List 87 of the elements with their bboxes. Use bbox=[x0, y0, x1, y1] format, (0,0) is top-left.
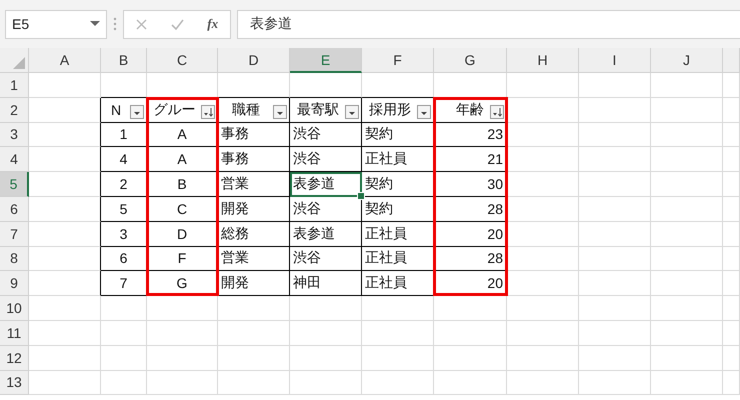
table-cell: 正社員 bbox=[362, 271, 434, 296]
sort-filter-button[interactable] bbox=[201, 104, 215, 119]
column-header[interactable]: J bbox=[651, 48, 723, 73]
column-header[interactable]: E bbox=[290, 48, 362, 73]
table-cell: 開発 bbox=[218, 271, 290, 296]
table-cell: 渋谷 bbox=[290, 122, 362, 148]
table-cell: 3 bbox=[101, 222, 147, 247]
triangle-icon bbox=[13, 57, 25, 69]
table-cell: 神田 bbox=[290, 271, 362, 296]
column-title: グルー bbox=[154, 100, 196, 119]
table-cell: D bbox=[147, 222, 218, 247]
column-title: 採用形 bbox=[369, 100, 411, 119]
formula-field[interactable]: 表参道 bbox=[237, 10, 740, 38]
row-header[interactable]: 8 bbox=[0, 246, 29, 272]
column-header[interactable]: H bbox=[507, 48, 579, 73]
row-header[interactable]: 5 bbox=[0, 172, 29, 197]
row-header[interactable]: 2 bbox=[0, 98, 29, 123]
table-cell: C bbox=[147, 196, 218, 222]
table-cell: A bbox=[147, 147, 218, 172]
filter-dropdown-button[interactable] bbox=[345, 104, 359, 119]
grip-icon bbox=[113, 17, 117, 31]
table-cell: B bbox=[147, 172, 218, 197]
table-cell: 28 bbox=[434, 196, 507, 222]
column-title: 最寄駅 bbox=[297, 100, 339, 119]
table-cell: 事務 bbox=[218, 122, 290, 148]
table-cell: 20 bbox=[434, 271, 507, 296]
filter-dropdown-button[interactable] bbox=[273, 104, 287, 119]
table-cell: 28 bbox=[434, 246, 507, 272]
table-cell: G bbox=[147, 271, 218, 296]
column-header[interactable]: D bbox=[218, 48, 290, 73]
dropdown-icon[interactable] bbox=[90, 21, 100, 27]
table-cell: 総務 bbox=[218, 222, 290, 247]
table-cell: 30 bbox=[434, 172, 507, 197]
column-title: 職種 bbox=[232, 100, 260, 119]
table-cell: 渋谷 bbox=[290, 246, 362, 272]
row-header[interactable]: 6 bbox=[0, 196, 29, 222]
table-cell: 渋谷 bbox=[290, 147, 362, 172]
table-cell: 渋谷 bbox=[290, 196, 362, 222]
sort-filter-button[interactable] bbox=[490, 104, 504, 119]
row-header[interactable]: 13 bbox=[0, 370, 29, 396]
cancel-icon[interactable] bbox=[136, 18, 147, 30]
table-cell: 契約 bbox=[362, 196, 434, 222]
column-header[interactable]: F bbox=[362, 48, 434, 73]
table-cell: 4 bbox=[101, 147, 147, 172]
table-cell: 営業 bbox=[218, 246, 290, 272]
column-header[interactable]: I bbox=[579, 48, 651, 73]
check-icon[interactable] bbox=[170, 18, 184, 30]
table-cell: F bbox=[147, 246, 218, 272]
table-cell: 契約 bbox=[362, 172, 434, 197]
filter-dropdown-button[interactable] bbox=[130, 104, 144, 119]
column-title: 年齢 bbox=[456, 100, 484, 119]
table-cell: 営業 bbox=[218, 172, 290, 197]
row-header[interactable]: 3 bbox=[0, 122, 29, 148]
table-cell: 5 bbox=[101, 196, 147, 222]
table-cell: 2 bbox=[101, 172, 147, 197]
table-cell: 開発 bbox=[218, 196, 290, 222]
column-header[interactable]: G bbox=[434, 48, 507, 73]
table-cell: A bbox=[147, 122, 218, 148]
row-header[interactable]: 4 bbox=[0, 147, 29, 172]
table-cell: 7 bbox=[101, 271, 147, 296]
table-cell: 事務 bbox=[218, 147, 290, 172]
select-all-corner[interactable] bbox=[0, 48, 29, 73]
column-title: N bbox=[110, 102, 122, 118]
row-header[interactable]: 7 bbox=[0, 222, 29, 247]
name-box[interactable]: E5 bbox=[5, 10, 107, 38]
row-header[interactable]: 12 bbox=[0, 346, 29, 371]
filter-dropdown-button[interactable] bbox=[417, 104, 431, 119]
column-header[interactable] bbox=[723, 48, 740, 73]
table-cell: 表参道 bbox=[290, 172, 362, 197]
table-cell: 正社員 bbox=[362, 246, 434, 272]
row-header[interactable]: 10 bbox=[0, 296, 29, 321]
table-cell: 23 bbox=[434, 122, 507, 148]
table-cell: 契約 bbox=[362, 122, 434, 148]
column-header[interactable]: B bbox=[101, 48, 147, 73]
table-cell: 6 bbox=[101, 246, 147, 272]
table-cell: 20 bbox=[434, 222, 507, 247]
table-cell: 表参道 bbox=[290, 222, 362, 247]
column-header[interactable]: A bbox=[29, 48, 101, 73]
table-cell: 正社員 bbox=[362, 147, 434, 172]
insert-function-button[interactable]: fx bbox=[207, 16, 218, 32]
table-cell: 21 bbox=[434, 147, 507, 172]
table-cell: 正社員 bbox=[362, 222, 434, 247]
row-header[interactable]: 11 bbox=[0, 320, 29, 346]
row-header[interactable]: 9 bbox=[0, 271, 29, 296]
table-cell: 1 bbox=[101, 122, 147, 148]
column-header[interactable]: C bbox=[147, 48, 218, 73]
row-header[interactable]: 1 bbox=[0, 73, 29, 98]
